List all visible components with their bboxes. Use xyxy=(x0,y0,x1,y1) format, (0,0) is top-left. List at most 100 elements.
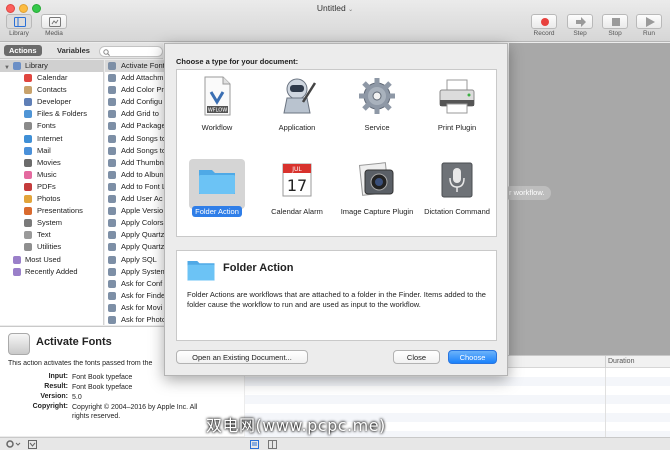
action-label: Apply System xyxy=(121,266,165,276)
action-item[interactable]: Apply Quartz xyxy=(105,241,165,253)
category-label: Utilities xyxy=(37,242,62,252)
category-label: Files & Folders xyxy=(37,109,88,119)
category-label: Presentations xyxy=(37,206,83,216)
media-toolbar-button[interactable]: Media xyxy=(41,14,67,37)
open-existing-document-button[interactable]: Open an Existing Document... xyxy=(176,350,308,364)
most-used-item[interactable]: Most Used xyxy=(0,254,103,266)
type-calendar-alarm[interactable]: JUL 17 Calendar Alarm xyxy=(257,154,337,238)
action-item[interactable]: Add Package xyxy=(105,120,165,132)
gear-icon[interactable] xyxy=(6,440,22,448)
category-item[interactable]: Movies xyxy=(0,157,103,169)
recently-added-item[interactable]: Recently Added xyxy=(0,266,103,278)
list-view-icon[interactable] xyxy=(250,440,260,449)
close-button[interactable]: Close xyxy=(393,350,440,364)
category-item[interactable]: Photos xyxy=(0,193,103,205)
library-root[interactable]: ▼ Library xyxy=(0,60,103,73)
category-icon xyxy=(24,110,32,119)
stop-button[interactable]: Stop xyxy=(602,14,628,37)
category-item[interactable]: Internet xyxy=(0,133,103,145)
action-item[interactable]: Add Thumbn xyxy=(105,157,165,169)
action-icon xyxy=(108,255,116,264)
variables-view-icon[interactable] xyxy=(268,440,278,449)
action-label: Add Configu xyxy=(121,97,163,107)
step-button[interactable]: Step xyxy=(567,14,593,37)
search-input[interactable] xyxy=(99,46,163,57)
smart-folder-icon xyxy=(13,255,21,264)
type-folder-action[interactable]: Folder Action xyxy=(177,154,257,238)
action-item[interactable]: Add Grid to xyxy=(105,108,165,120)
action-item[interactable]: Add to Font L xyxy=(105,181,165,193)
action-item[interactable]: Add Configu xyxy=(105,96,165,108)
action-item[interactable]: Activate Fonts xyxy=(105,60,165,73)
category-item[interactable]: System xyxy=(0,217,103,229)
duration-column-header[interactable]: Duration xyxy=(608,358,634,365)
type-workflow[interactable]: WFLOW Workflow xyxy=(177,70,257,154)
description-title: Activate Fonts xyxy=(36,336,112,348)
type-image-capture-plugin[interactable]: Image Capture Plugin xyxy=(337,154,417,238)
action-label: Add Songs to xyxy=(121,133,165,143)
gear-service-icon xyxy=(359,78,395,114)
action-label: Apply SQL xyxy=(121,254,157,264)
category-item[interactable]: Calendar xyxy=(0,72,103,84)
category-item[interactable]: Developer xyxy=(0,96,103,108)
action-icon xyxy=(108,219,116,228)
action-label: Ask for Finde xyxy=(121,290,165,300)
action-item[interactable]: Add Songs to xyxy=(105,145,165,157)
category-icon xyxy=(24,182,32,191)
category-item[interactable]: Text xyxy=(0,229,103,241)
stop-icon xyxy=(612,18,620,26)
category-item[interactable]: Fonts xyxy=(0,120,103,132)
action-item[interactable]: Ask for Movi xyxy=(105,302,165,314)
action-label: Apply Quartz xyxy=(121,242,165,252)
category-item[interactable]: Music xyxy=(0,169,103,181)
action-item[interactable]: Apply Quartz xyxy=(105,229,165,241)
type-application[interactable]: Application xyxy=(257,70,337,154)
category-label: Text xyxy=(37,230,51,240)
category-icon xyxy=(24,134,32,143)
category-item[interactable]: Mail xyxy=(0,145,103,157)
action-item[interactable]: Apply SQL xyxy=(105,254,165,266)
window-title[interactable]: Untitled ⌄ xyxy=(0,3,670,13)
action-item[interactable]: Ask for Finde xyxy=(105,290,165,302)
action-label: Add User Ac xyxy=(121,194,163,204)
category-icon xyxy=(24,231,32,240)
description-toggle-icon[interactable] xyxy=(28,440,38,449)
category-item[interactable]: Contacts xyxy=(0,84,103,96)
category-item[interactable]: Presentations xyxy=(0,205,103,217)
type-description-panel: Folder Action Folder Actions are workflo… xyxy=(176,250,497,341)
category-item[interactable]: Utilities xyxy=(0,241,103,253)
type-dictation-command[interactable]: Dictation Command xyxy=(417,154,497,238)
action-item[interactable]: Add Attachm xyxy=(105,72,165,84)
choose-button[interactable]: Choose xyxy=(448,350,497,364)
type-service[interactable]: Service xyxy=(337,70,417,154)
record-icon xyxy=(541,18,549,26)
action-item[interactable]: Add to Albun xyxy=(105,169,165,181)
action-label: Add Attachm xyxy=(121,73,164,83)
type-print-plugin[interactable]: Print Plugin xyxy=(417,70,497,154)
action-item[interactable]: Apply Colors xyxy=(105,217,165,229)
tab-variables[interactable]: Variables xyxy=(52,45,95,56)
action-icon xyxy=(108,74,116,83)
library-toolbar-button[interactable]: Library xyxy=(6,14,32,37)
action-item[interactable]: Add Songs to xyxy=(105,133,165,145)
action-icon xyxy=(108,158,116,167)
action-item[interactable]: Add User Ac xyxy=(105,193,165,205)
action-item[interactable]: Apple Versio xyxy=(105,205,165,217)
category-item[interactable]: PDFs xyxy=(0,181,103,193)
microphone-icon xyxy=(441,162,473,198)
category-item[interactable]: Files & Folders xyxy=(0,108,103,120)
category-label: Internet xyxy=(37,133,63,143)
action-item[interactable]: Ask for Conf xyxy=(105,278,165,290)
title-bar: Untitled ⌄ Library Media Record Step Sto… xyxy=(0,0,670,42)
category-icon xyxy=(24,170,32,179)
action-item[interactable]: Apply System xyxy=(105,266,165,278)
record-button[interactable]: Record xyxy=(531,14,557,37)
action-icon xyxy=(108,267,116,276)
run-button[interactable]: Run xyxy=(636,14,662,37)
category-label: Calendar xyxy=(37,73,68,83)
tab-actions[interactable]: Actions xyxy=(4,45,42,56)
action-label: Ask for Photo xyxy=(121,314,165,324)
action-item[interactable]: Ask for Photo xyxy=(105,314,165,325)
action-item[interactable]: Add Color Pr xyxy=(105,84,165,96)
bottom-status-bar xyxy=(0,437,670,450)
